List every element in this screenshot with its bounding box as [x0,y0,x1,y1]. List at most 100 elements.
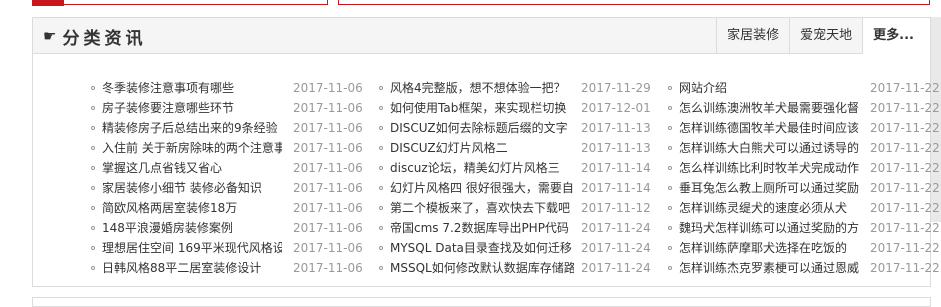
news-date: 2017-11-24 [581,221,651,235]
news-list-item: 日韩风格88平二居室装修设计 2017-11-06 [91,258,366,278]
news-date: 2017-11-06 [293,261,363,275]
news-title-link[interactable]: DISCUZ幻灯片风格二 [390,138,574,158]
bullet-icon [668,246,672,250]
news-list-item: 网站介绍 2017-11-22 [668,78,940,98]
bullet-icon [379,246,383,250]
bullet-icon [668,226,672,230]
news-title-link[interactable]: 房子装修要注意哪些环节 [102,98,282,118]
news-list-item: 帝国cms 7.2数据库导出PHP代码 2017-11-24 [379,218,654,238]
news-title-link[interactable]: 怎么样训练比利时牧羊犬完成动作 [679,158,865,178]
bullet-icon [91,86,95,90]
news-list-item: MSSQL如何修改默认数据库存储路 2017-11-24 [379,258,654,278]
news-title-link[interactable]: 网站介绍 [679,78,865,98]
news-list-item: 怎么样训练比利时牧羊犬完成动作 2017-11-22 [668,158,940,178]
news-list-item: 简欧风格两居室装修18万 2017-11-06 [91,198,366,218]
tab-more[interactable]: 更多... [862,18,930,54]
news-list-item: 148平浪漫婚房装修案例 2017-11-06 [91,218,366,238]
news-title-link[interactable]: MSSQL如何修改默认数据库存储路 [390,258,574,278]
news-title-link[interactable]: 魏玛犬怎样训练可以通过奖励的方 [679,218,865,238]
active-tab-indicator [32,0,64,6]
news-list-item: 怎样训练大白熊犬可以通过诱导的 2017-11-22 [668,138,940,158]
news-list-item: DISCUZ如何去除标题后缀的文字 2017-11-13 [379,118,654,138]
news-title-link[interactable]: 日韩风格88平二居室装修设计 [102,258,282,278]
upper-panel-right-edge [338,0,930,5]
news-list-item: 精装修房子后总结出来的9条经验 2017-11-06 [91,118,366,138]
news-date: 2017-11-29 [581,81,651,95]
news-title-link[interactable]: DISCUZ如何去除标题后缀的文字 [390,118,574,138]
news-title-link[interactable]: 如何使用Tab框架，来实现栏切换 [390,98,574,118]
next-panel-edge [32,297,931,307]
news-list-item: 理想居住空间 169平米现代风格设 2017-11-06 [91,238,366,258]
bullet-icon [379,186,383,190]
news-list-item: 魏玛犬怎样训练可以通过奖励的方 2017-11-22 [668,218,940,238]
bullet-icon [379,226,383,230]
news-date: 2017-11-22 [870,201,940,215]
bullet-icon [379,266,383,270]
panel-header: ☛ 分类资讯 家居装修 爱宠天地 更多... [33,18,930,54]
news-date: 2017-11-06 [293,201,363,215]
news-date: 2017-11-22 [870,261,940,275]
bullet-icon [91,106,95,110]
news-list-item: DISCUZ幻灯片风格二 2017-11-13 [379,138,654,158]
bullet-icon [668,126,672,130]
news-title-link[interactable]: 理想居住空间 169平米现代风格设 [102,238,282,258]
news-date: 2017-11-14 [581,181,651,195]
news-list-item: 掌握这几点省钱又省心 2017-11-06 [91,158,366,178]
bullet-icon [379,86,383,90]
news-title-link[interactable]: 怎样训练大白熊犬可以通过诱导的 [679,138,865,158]
bullet-icon [91,226,95,230]
bullet-icon [91,206,95,210]
news-title-link[interactable]: 冬季装修注意事项有哪些 [102,78,282,98]
news-date: 2017-11-22 [870,221,940,235]
news-list-item: 垂耳兔怎么教上厕所可以通过奖励 2017-11-22 [668,178,940,198]
news-list-item: 风格4完整版，想不想体验一把？ 2017-11-29 [379,78,654,98]
news-title-link[interactable]: 怎样训练灵缇犬的速度必须从犬 [679,198,865,218]
news-column-3: 网站介绍 2017-11-22 怎么训练澳洲牧羊犬最需要强化督 2017-11-22 怎… [668,78,940,278]
bullet-icon [91,266,95,270]
news-list-item: 房子装修要注意哪些环节 2017-11-06 [91,98,366,118]
bullet-icon [668,206,672,210]
tab-home-decoration[interactable]: 家居装修 [716,18,789,53]
news-title-link[interactable]: 148平浪漫婚房装修案例 [102,218,282,238]
news-title-link[interactable]: 家居装修小细节 装修必备知识 [102,178,282,198]
news-title-link[interactable]: 风格4完整版，想不想体验一把？ [390,78,574,98]
news-title-link[interactable]: discuz论坛，精美幻灯片风格三 [390,158,574,178]
news-date: 2017-11-06 [293,141,363,155]
news-title-link[interactable]: 怎么训练澳洲牧羊犬最需要强化督 [679,98,865,118]
news-date: 2017-11-06 [293,161,363,175]
news-list-item: 怎样训练德国牧羊犬最佳时间应该 2017-11-22 [668,118,940,138]
news-title-link[interactable]: 掌握这几点省钱又省心 [102,158,282,178]
bullet-icon [668,266,672,270]
news-date: 2017-11-13 [581,121,651,135]
news-date: 2017-11-24 [581,261,651,275]
news-title-link[interactable]: 简欧风格两居室装修18万 [102,198,282,218]
news-title-link[interactable]: 幻灯片风格四 很好很强大，需要自 [390,178,574,198]
news-date: 2017-11-06 [293,121,363,135]
upper-panel-left-edge [32,0,328,5]
news-title-link[interactable]: 帝国cms 7.2数据库导出PHP代码 [390,218,574,238]
news-title-link[interactable]: 怎样训练德国牧羊犬最佳时间应该 [679,118,865,138]
bullet-icon [668,186,672,190]
bullet-icon [91,126,95,130]
bullet-icon [91,246,95,250]
news-list-item: 幻灯片风格四 很好很强大，需要自 2017-11-14 [379,178,654,198]
news-title-link[interactable]: 怎样训练杰克罗素梗可以通过恩威 [679,258,865,278]
bullet-icon [668,166,672,170]
news-title-link[interactable]: 精装修房子后总结出来的9条经验 [102,118,282,138]
news-title-link[interactable]: 怎样训练萨摩耶犬选择在吃饭的 [679,238,865,258]
tab-pets[interactable]: 爱宠天地 [789,18,862,53]
news-date: 2017-11-06 [293,81,363,95]
news-title-link[interactable]: 垂耳兔怎么教上厕所可以通过奖励 [679,178,865,198]
news-title-link[interactable]: 入住前 关于新房除味的两个注意事 [102,138,282,158]
news-list-item: 入住前 关于新房除味的两个注意事 2017-11-06 [91,138,366,158]
news-title-link[interactable]: MYSQL Data目录查找及如何迁移 [390,238,574,258]
news-date: 2017-11-06 [293,241,363,255]
bullet-icon [379,146,383,150]
bullet-icon [91,146,95,150]
bullet-icon [668,146,672,150]
news-list-item: 家居装修小细节 装修必备知识 2017-11-06 [91,178,366,198]
news-title-link[interactable]: 第二个模板来了，喜欢快去下载吧 [390,198,574,218]
news-list-item: MYSQL Data目录查找及如何迁移 2017-11-24 [379,238,654,258]
news-list-item: discuz论坛，精美幻灯片风格三 2017-11-14 [379,158,654,178]
news-date: 2017-11-24 [581,241,651,255]
